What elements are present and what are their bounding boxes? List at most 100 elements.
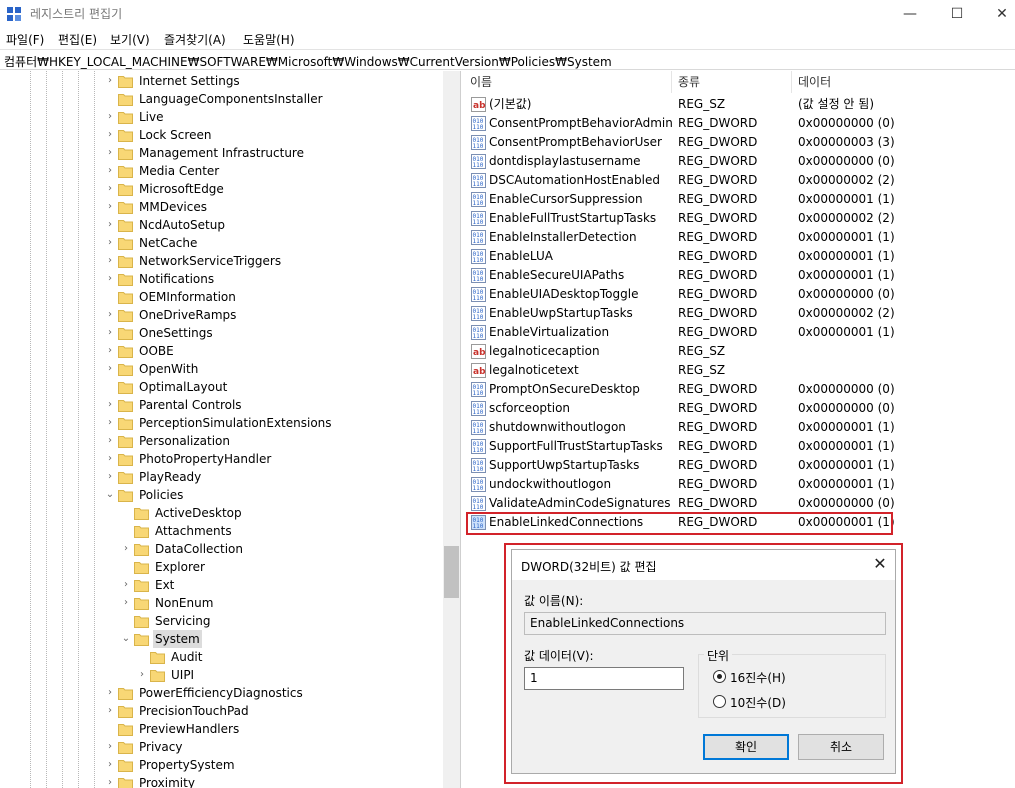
binary-value-icon: 010110 (471, 173, 486, 188)
list-row[interactable]: 010 110 EnableInstallerDetection REG_DWORD 0… (464, 228, 1015, 247)
list-row[interactable]: 010 110 ValidateAdminCodeSignatures REG_DWO… (464, 494, 1015, 513)
list-row[interactable]: ab legalnoticecaption REG_SZ (464, 342, 1015, 361)
chevron-right-icon[interactable]: › (136, 666, 148, 684)
list-row[interactable]: 010 110 dontdisplaylastusername REG_DWORD 0x… (464, 152, 1015, 171)
chevron-right-icon[interactable]: › (120, 576, 132, 594)
address-bar[interactable]: 컴퓨터₩HKEY_LOCAL_MACHINE₩SOFTWARE₩Microsof… (0, 49, 1015, 70)
svg-text:110: 110 (473, 314, 484, 321)
column-header-data[interactable]: 데이터 (792, 71, 1015, 93)
chevron-right-icon[interactable]: › (104, 756, 116, 774)
list-row[interactable]: 010 110 EnableVirtualization REG_DWORD 0x000… (464, 323, 1015, 342)
value-data: 0x00000002 (2) (798, 306, 895, 320)
ok-button[interactable]: 확인 (703, 734, 789, 760)
list-row[interactable]: 010 110 SupportUwpStartupTasks REG_DWORD 0x0… (464, 456, 1015, 475)
value-name: SupportFullTrustStartupTasks (489, 439, 663, 453)
folder-icon (118, 706, 133, 718)
tree-item-label: PhotoPropertyHandler (139, 452, 272, 466)
decimal-radio[interactable] (713, 695, 726, 708)
chevron-right-icon[interactable]: › (104, 684, 116, 702)
cancel-button[interactable]: 취소 (798, 734, 884, 760)
list-row[interactable]: 010 110 DSCAutomationHostEnabled REG_DWORD 0… (464, 171, 1015, 190)
binary-value-icon: 010110 (471, 496, 486, 511)
chevron-down-icon[interactable]: ⌄ (120, 630, 132, 648)
chevron-right-icon[interactable]: › (104, 198, 116, 216)
chevron-right-icon[interactable]: › (104, 306, 116, 324)
list-row[interactable]: 010 110 undockwithoutlogon REG_DWORD 0x00000… (464, 475, 1015, 494)
chevron-right-icon[interactable]: › (104, 270, 116, 288)
chevron-right-icon[interactable]: › (104, 450, 116, 468)
chevron-right-icon[interactable]: › (104, 216, 116, 234)
chevron-right-icon[interactable]: › (104, 774, 116, 788)
chevron-right-icon[interactable]: › (104, 234, 116, 252)
chevron-right-icon[interactable]: › (104, 414, 116, 432)
minimize-button[interactable]: — (887, 0, 933, 28)
value-data: 0x00000001 (1) (798, 249, 895, 263)
chevron-right-icon[interactable]: › (104, 468, 116, 486)
chevron-right-icon[interactable]: › (104, 396, 116, 414)
menu-file[interactable]: 파일(F) (6, 31, 44, 48)
folder-icon (118, 400, 133, 412)
svg-text:110: 110 (473, 200, 484, 207)
tree-item-label: NcdAutoSetup (139, 218, 225, 232)
list-row[interactable]: 010 110 EnableUwpStartupTasks REG_DWORD 0x00… (464, 304, 1015, 323)
value-name: scforceoption (489, 401, 571, 415)
chevron-down-icon[interactable]: ⌄ (104, 486, 116, 504)
folder-icon (118, 166, 133, 178)
column-header-name[interactable]: 이름 (464, 71, 672, 93)
chevron-right-icon[interactable]: › (104, 738, 116, 756)
value-name: EnableSecureUIAPaths (489, 268, 625, 282)
chevron-right-icon[interactable]: › (104, 162, 116, 180)
list-row[interactable]: 010 110 PromptOnSecureDesktop REG_DWORD 0x00… (464, 380, 1015, 399)
tree-scrollbar-thumb[interactable] (444, 546, 459, 598)
list-row[interactable]: 010 110 EnableUIADesktopToggle REG_DWORD 0x0… (464, 285, 1015, 304)
chevron-right-icon[interactable]: › (104, 72, 116, 90)
value-data-input[interactable]: 1 (524, 667, 684, 690)
dialog-close-icon[interactable]: ✕ (870, 554, 890, 574)
menu-help[interactable]: 도움말(H) (243, 31, 295, 48)
chevron-right-icon[interactable]: › (104, 432, 116, 450)
chevron-right-icon[interactable]: › (104, 144, 116, 162)
list-row[interactable]: 010 110 ConsentPromptBehaviorUser REG_DWORD… (464, 133, 1015, 152)
chevron-right-icon[interactable]: › (104, 252, 116, 270)
list-row[interactable]: 010 110 SupportFullTrustStartupTasks REG_DW… (464, 437, 1015, 456)
list-row[interactable]: ab (기본값) REG_SZ (값 설정 안 됨) (464, 95, 1015, 114)
tree-item-label: Audit (171, 650, 203, 664)
menu-favorites[interactable]: 즐겨찾기(A) (164, 31, 226, 48)
list-row[interactable]: 010 110 shutdownwithoutlogon REG_DWORD 0x000… (464, 418, 1015, 437)
list-row[interactable]: 010 110 scforceoption REG_DWORD 0x00000000 (… (464, 399, 1015, 418)
maximize-button[interactable]: ☐ (934, 0, 980, 28)
list-row[interactable]: 010 110 ConsentPromptBehaviorAdmin REG_DWOR… (464, 114, 1015, 133)
tree-item-label: Internet Settings (139, 74, 240, 88)
list-row[interactable]: 010 110 EnableCursorSuppression REG_DWORD 0x… (464, 190, 1015, 209)
value-type: REG_DWORD (678, 325, 758, 339)
tree-scrollbar[interactable] (443, 71, 460, 788)
chevron-right-icon[interactable]: › (120, 594, 132, 612)
list-header: 이름 종류 데이터 (464, 71, 1015, 93)
chevron-right-icon[interactable]: › (104, 108, 116, 126)
chevron-right-icon[interactable]: › (104, 360, 116, 378)
menu-edit[interactable]: 편집(E) (58, 31, 97, 48)
list-row[interactable]: ab legalnoticetext REG_SZ (464, 361, 1015, 380)
tree-item-label: Personalization (139, 434, 230, 448)
decimal-radio-label[interactable]: 10진수(D) (730, 694, 786, 711)
folder-icon (134, 634, 149, 646)
hex-radio[interactable] (713, 670, 726, 683)
hex-radio-label[interactable]: 16진수(H) (730, 669, 786, 686)
chevron-right-icon[interactable]: › (104, 180, 116, 198)
list-row[interactable]: 010 110 EnableSecureUIAPaths REG_DWORD 0x000… (464, 266, 1015, 285)
value-name-field: EnableLinkedConnections (524, 612, 886, 635)
list-row[interactable]: 010 110 EnableFullTrustStartupTasks REG_DWO… (464, 209, 1015, 228)
chevron-right-icon[interactable]: › (104, 702, 116, 720)
chevron-right-icon[interactable]: › (120, 540, 132, 558)
list-row[interactable]: 010 110 EnableLUA REG_DWORD 0x00000001 (1) (464, 247, 1015, 266)
menu-view[interactable]: 보기(V) (110, 31, 150, 48)
chevron-right-icon[interactable]: › (104, 342, 116, 360)
binary-value-icon: 010110 (471, 116, 486, 131)
folder-icon (118, 454, 133, 466)
chevron-right-icon[interactable]: › (104, 126, 116, 144)
column-header-type[interactable]: 종류 (672, 71, 792, 93)
folder-icon (134, 544, 149, 556)
close-button[interactable]: ✕ (979, 0, 1015, 28)
chevron-right-icon[interactable]: › (104, 324, 116, 342)
value-data: 0x00000000 (0) (798, 287, 895, 301)
